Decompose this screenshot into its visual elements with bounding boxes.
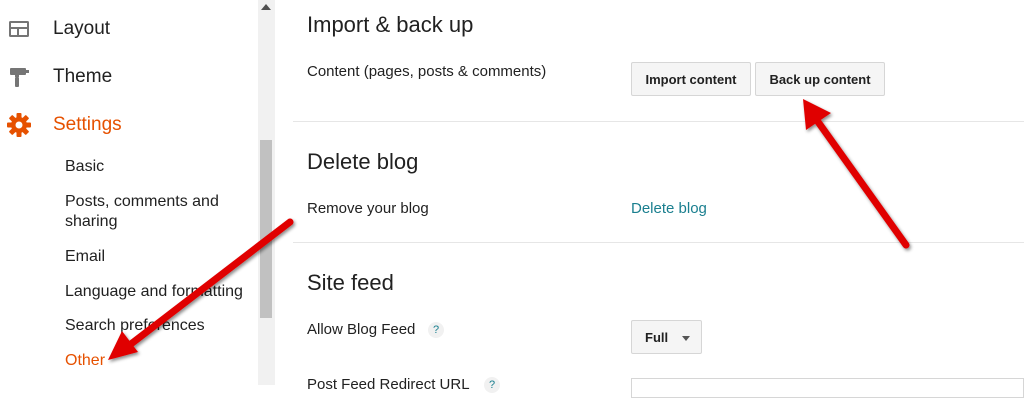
delete-blog-link[interactable]: Delete blog xyxy=(631,200,707,217)
sidebar: Layout Theme Settings Basic Posts, comme… xyxy=(0,0,258,385)
allow-blog-feed-select[interactable]: Full xyxy=(631,320,702,354)
section-divider xyxy=(293,242,1024,243)
main-content: Import & back up Content (pages, posts &… xyxy=(275,0,1024,398)
remove-blog-label: Remove your blog xyxy=(307,200,429,217)
sidebar-item-label: Layout xyxy=(53,18,111,39)
post-feed-redirect-input[interactable] xyxy=(631,378,1024,398)
sidebar-subitem-basic[interactable]: Basic xyxy=(65,157,255,177)
sidebar-subitem-other[interactable]: Other xyxy=(65,351,255,371)
sidebar-item-label: Theme xyxy=(53,66,113,87)
backup-content-button[interactable]: Back up content xyxy=(755,62,885,96)
section-divider xyxy=(293,121,1024,122)
gear-icon xyxy=(6,112,32,138)
allow-blog-feed-label: Allow Blog Feed xyxy=(307,321,416,338)
sidebar-subitem-email[interactable]: Email xyxy=(65,247,255,267)
sidebar-subitem-search-preferences[interactable]: Search preferences xyxy=(65,316,255,336)
sidebar-item-label: Settings xyxy=(53,114,122,135)
sidebar-item-layout[interactable]: Layout xyxy=(0,9,258,49)
sidebar-scrollbar[interactable] xyxy=(258,0,275,385)
sidebar-subitem-posts-comments-sharing[interactable]: Posts, comments and sharing xyxy=(65,192,240,232)
help-icon[interactable]: ? xyxy=(484,377,500,393)
chevron-down-icon xyxy=(682,336,690,341)
sidebar-item-settings[interactable]: Settings xyxy=(0,105,258,145)
paint-roller-icon xyxy=(6,64,32,90)
content-label: Content (pages, posts & comments) xyxy=(307,63,547,80)
scroll-up-arrow-icon[interactable] xyxy=(261,4,271,10)
allow-blog-feed-value: Full xyxy=(645,329,669,345)
sidebar-subitem-language-formatting[interactable]: Language and formatting xyxy=(65,282,255,302)
site-feed-title: Site feed xyxy=(307,270,394,295)
sidebar-item-theme[interactable]: Theme xyxy=(0,57,258,97)
scrollbar-thumb[interactable] xyxy=(260,140,272,318)
help-icon[interactable]: ? xyxy=(428,322,444,338)
import-backup-title: Import & back up xyxy=(307,12,474,37)
delete-blog-title: Delete blog xyxy=(307,149,419,174)
import-content-button[interactable]: Import content xyxy=(631,62,751,96)
layout-icon xyxy=(6,16,32,42)
